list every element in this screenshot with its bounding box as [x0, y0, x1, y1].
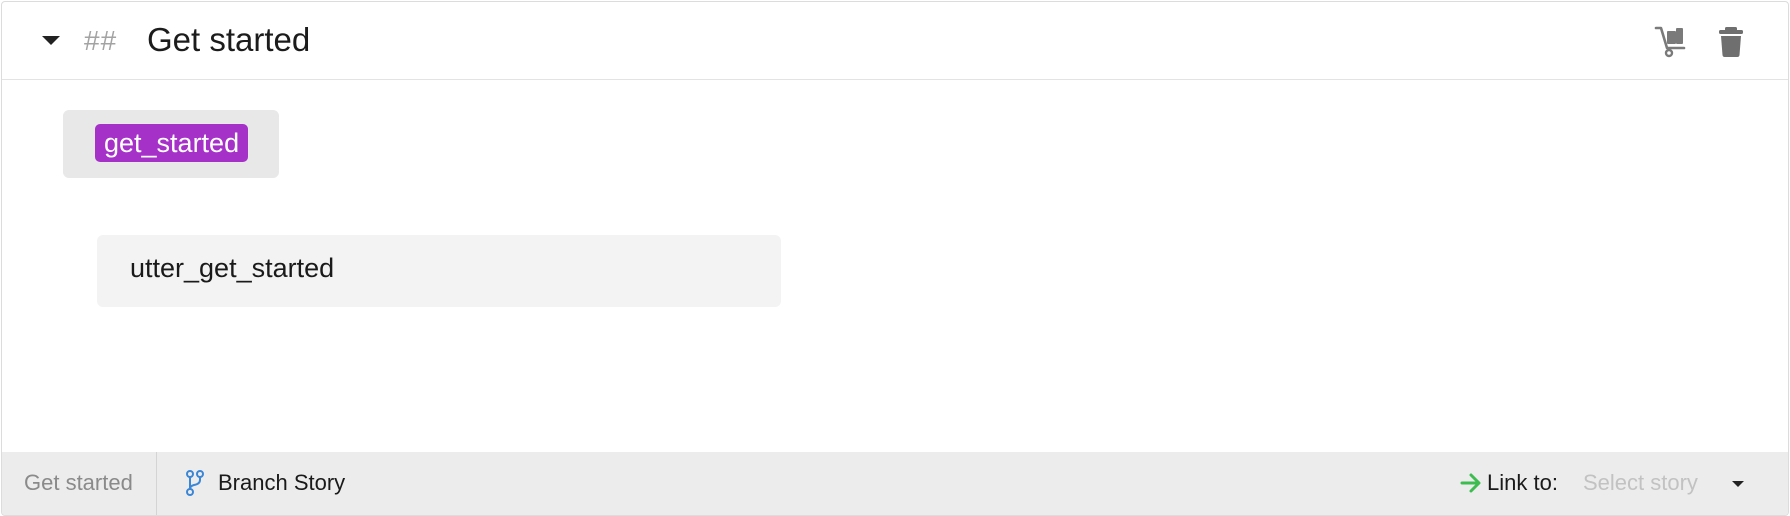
story-title[interactable]: Get started — [147, 21, 310, 59]
story-card: ## Get started get_started utter_get_sta… — [1, 1, 1789, 516]
caret-down-icon[interactable] — [42, 36, 60, 45]
select-story-placeholder: Select story — [1583, 470, 1698, 495]
response-name: utter_get_started — [130, 253, 335, 283]
story-header: ## Get started — [2, 2, 1788, 80]
move-story-icon[interactable] — [1654, 24, 1688, 58]
link-story-select[interactable]: Select story — [1576, 461, 1758, 505]
footer-story-name[interactable]: Get started — [24, 470, 133, 496]
branch-story-label: Branch Story — [218, 470, 346, 495]
bot-response-step[interactable]: utter_get_started — [97, 235, 781, 307]
link-to-label: Link to: — [1487, 470, 1558, 495]
arrow-right-icon — [1460, 472, 1482, 494]
heading-marker: ## — [84, 25, 118, 56]
footer-divider — [156, 452, 157, 515]
story-footer: Get started Branch Story Link to: Select… — [2, 452, 1788, 515]
intent-badge[interactable]: get_started — [95, 124, 249, 162]
intent-step: get_started — [63, 110, 279, 178]
trash-icon[interactable] — [1714, 24, 1748, 58]
branch-icon — [185, 470, 205, 496]
chevron-down-icon — [1732, 481, 1744, 487]
